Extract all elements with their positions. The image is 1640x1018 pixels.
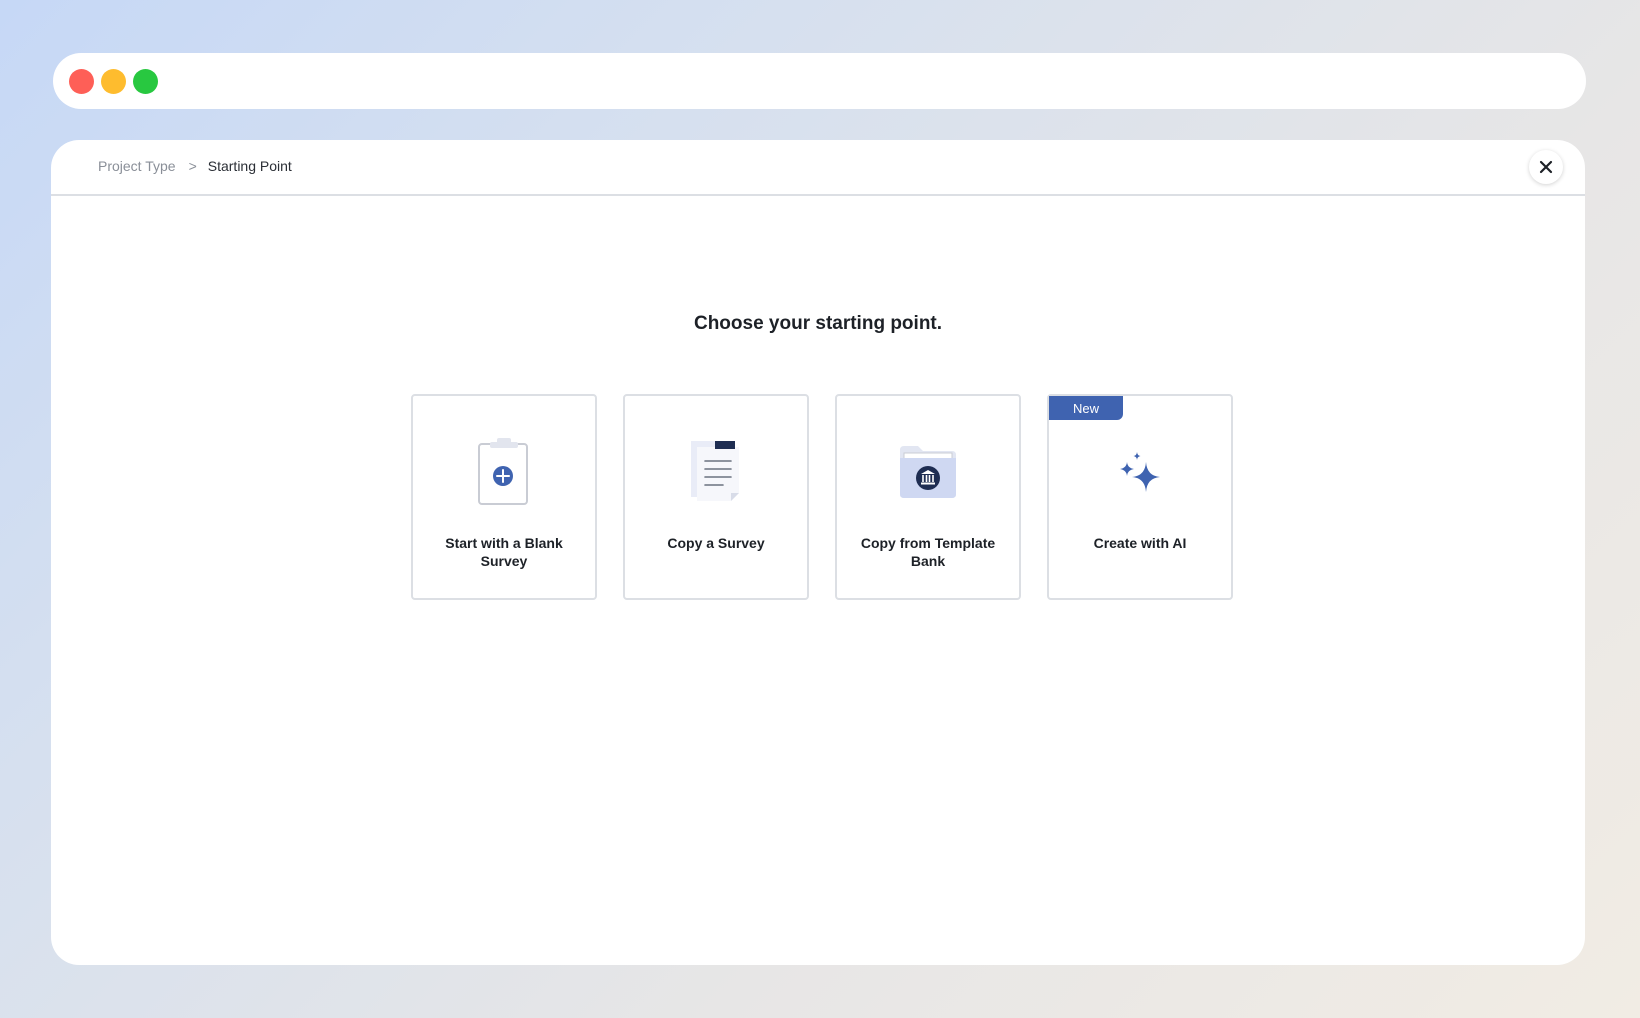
window-close-button[interactable] (69, 69, 94, 94)
card-blank-survey[interactable]: Start with a Blank Survey (411, 394, 597, 600)
breadcrumb: Project Type > Starting Point (98, 158, 292, 174)
breadcrumb-item-starting-point: Starting Point (207, 158, 292, 174)
card-copy-survey[interactable]: Copy a Survey (623, 394, 809, 600)
template-folder-icon (896, 440, 960, 504)
close-icon (1539, 160, 1553, 174)
window-title-bar (53, 53, 1586, 109)
breadcrumb-item-project-type[interactable]: Project Type (98, 158, 176, 174)
window-minimize-button[interactable] (101, 69, 126, 94)
card-label: Copy from Template Bank (860, 535, 996, 569)
new-badge: New (1049, 396, 1123, 420)
window-maximize-button[interactable] (133, 69, 158, 94)
card-template-bank[interactable]: Copy from Template Bank (835, 394, 1021, 600)
starting-point-options: Start with a Blank Survey Copy a Survey (411, 394, 1233, 600)
card-label: Create with AI (1093, 535, 1187, 551)
card-label: Start with a Blank Survey (445, 535, 563, 569)
page-title: Choose your starting point. (693, 313, 943, 334)
sparkles-icon (1108, 440, 1172, 504)
copy-document-icon (684, 440, 748, 504)
dialog-header: Project Type > Starting Point (51, 140, 1585, 196)
card-label: Copy a Survey (667, 535, 765, 551)
blank-survey-icon (472, 438, 536, 505)
starting-point-dialog: Project Type > Starting Point Choose you… (51, 140, 1585, 965)
close-button[interactable] (1529, 150, 1563, 184)
breadcrumb-separator: > (188, 158, 197, 174)
card-create-with-ai[interactable]: New Create with AI (1047, 394, 1233, 600)
